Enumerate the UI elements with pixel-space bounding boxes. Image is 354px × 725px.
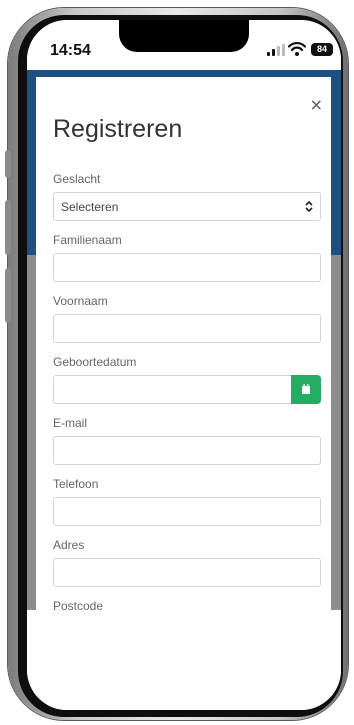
calendar-icon xyxy=(302,384,310,394)
mute-switch xyxy=(5,150,11,178)
volume-up-button xyxy=(5,200,11,255)
address-label: Adres xyxy=(53,538,85,552)
registration-modal: × Registreren Geslacht Selecteren Famili… xyxy=(36,77,331,610)
birthdate-label: Geboortedatum xyxy=(53,355,137,369)
gender-select-value: Selecteren xyxy=(61,200,119,214)
firstname-label: Voornaam xyxy=(53,294,108,308)
phone-input[interactable] xyxy=(53,497,321,526)
address-input[interactable] xyxy=(53,558,321,587)
gender-select[interactable]: Selecteren xyxy=(53,192,321,221)
app-bottom-area xyxy=(27,610,341,710)
phone-screen: 14:54 84 × Registreren Geslacht Selecter… xyxy=(27,20,341,710)
phone-label: Telefoon xyxy=(53,477,99,491)
chevron-updown-icon xyxy=(305,200,313,213)
modal-title: Registreren xyxy=(53,115,183,143)
battery-indicator: 84 xyxy=(311,43,333,56)
lastname-label: Familienaam xyxy=(53,233,122,247)
lastname-input[interactable] xyxy=(53,253,321,282)
gender-label: Geslacht xyxy=(53,172,101,186)
status-time: 14:54 xyxy=(50,42,91,59)
email-input[interactable] xyxy=(53,436,321,465)
datepicker-button[interactable] xyxy=(291,375,321,404)
signal-icon xyxy=(267,44,287,56)
firstname-input[interactable] xyxy=(53,314,321,343)
status-bar: 14:54 84 xyxy=(27,20,341,70)
camera-notch xyxy=(119,20,249,52)
birthdate-input[interactable] xyxy=(53,375,321,404)
postcode-label: Postcode xyxy=(53,599,104,610)
volume-down-button xyxy=(5,268,11,323)
close-icon[interactable]: × xyxy=(310,95,323,114)
wifi-icon xyxy=(288,42,306,56)
email-label: E-mail xyxy=(53,416,88,430)
